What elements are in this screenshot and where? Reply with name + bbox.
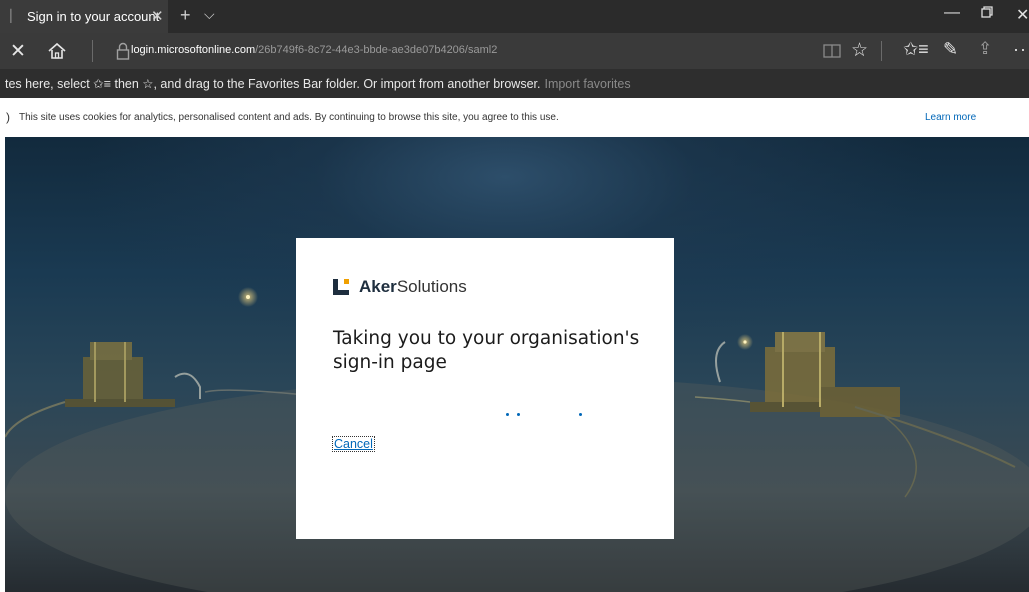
home-icon[interactable] (47, 42, 67, 60)
loading-dot (579, 413, 582, 416)
restore-icon[interactable] (981, 6, 993, 21)
toolbar-divider (881, 41, 882, 61)
cookie-banner: ) This site uses cookies for analytics, … (0, 98, 1029, 137)
cookie-banner-text: This site uses cookies for analytics, pe… (19, 112, 559, 123)
web-notes-pen-icon[interactable]: ✎ (943, 39, 958, 60)
tab-close-icon[interactable]: ✕ (151, 7, 164, 25)
loading-dots (506, 413, 586, 419)
url-domain: login.microsoftonline.com (131, 44, 256, 56)
tab-title: Sign in to your account (27, 9, 160, 24)
favorites-bar: tes here, select ✩≡ then ☆, and drag to … (0, 69, 1029, 98)
address-bar: ✕ login.microsoftonline.com/26b749f6-8c7… (0, 33, 1029, 69)
favorites-bar-hint-text: tes here, select ✩≡ then ☆, and drag to … (5, 77, 541, 91)
favorites-hub-icon[interactable]: ✩≡ (903, 39, 929, 60)
tab-menu-chevron-icon[interactable]: ⌵ (204, 6, 215, 23)
redirect-heading: Taking you to your organisation's sign-i… (333, 328, 640, 373)
stop-loading-icon[interactable]: ✕ (10, 40, 26, 63)
url-path: /26b749f6-8c72-44e3-bbde-ae3de07b4206/sa… (255, 44, 498, 56)
tab-bar: ▕ Sign in to your account ✕ + ⌵ — ✕ (0, 0, 1029, 33)
share-icon[interactable]: ⇪ (978, 39, 992, 59)
page-icon: ▕ (2, 9, 12, 23)
logo-wordmark-bold: Aker (359, 277, 397, 296)
cancel-link[interactable]: Cancel (332, 436, 375, 452)
import-favorites-link[interactable]: Import favorites (544, 77, 630, 91)
sign-in-redirect-dialog: AkerSolutions Taking you to your organis… (296, 238, 674, 539)
favorites-bar-hint: tes here, select ✩≡ then ☆, and drag to … (5, 76, 631, 91)
logo-wordmark: AkerSolutions (359, 277, 467, 297)
browser-tab[interactable]: ▕ Sign in to your account ✕ (0, 0, 168, 33)
url-field[interactable]: login.microsoftonline.com/26b749f6-8c72-… (131, 44, 497, 56)
minimize-icon[interactable]: — (944, 4, 960, 22)
aker-logo-mark-icon (333, 279, 349, 295)
logo-wordmark-light: Solutions (396, 277, 467, 296)
loading-dot (517, 413, 520, 416)
aker-solutions-logo: AkerSolutions (333, 277, 467, 297)
loading-dot (506, 413, 509, 416)
reading-view-icon[interactable] (823, 43, 841, 59)
lock-icon[interactable] (116, 42, 132, 60)
window-close-icon[interactable]: ✕ (1016, 5, 1029, 25)
learn-more-link[interactable]: Learn more (925, 112, 976, 123)
toolbar-divider (92, 40, 93, 62)
cookie-info-icon: ) (6, 110, 10, 124)
more-options-icon[interactable]: ··· (1013, 39, 1029, 60)
favorite-star-icon[interactable]: ☆ (851, 39, 868, 62)
new-tab-icon[interactable]: + (180, 5, 191, 26)
